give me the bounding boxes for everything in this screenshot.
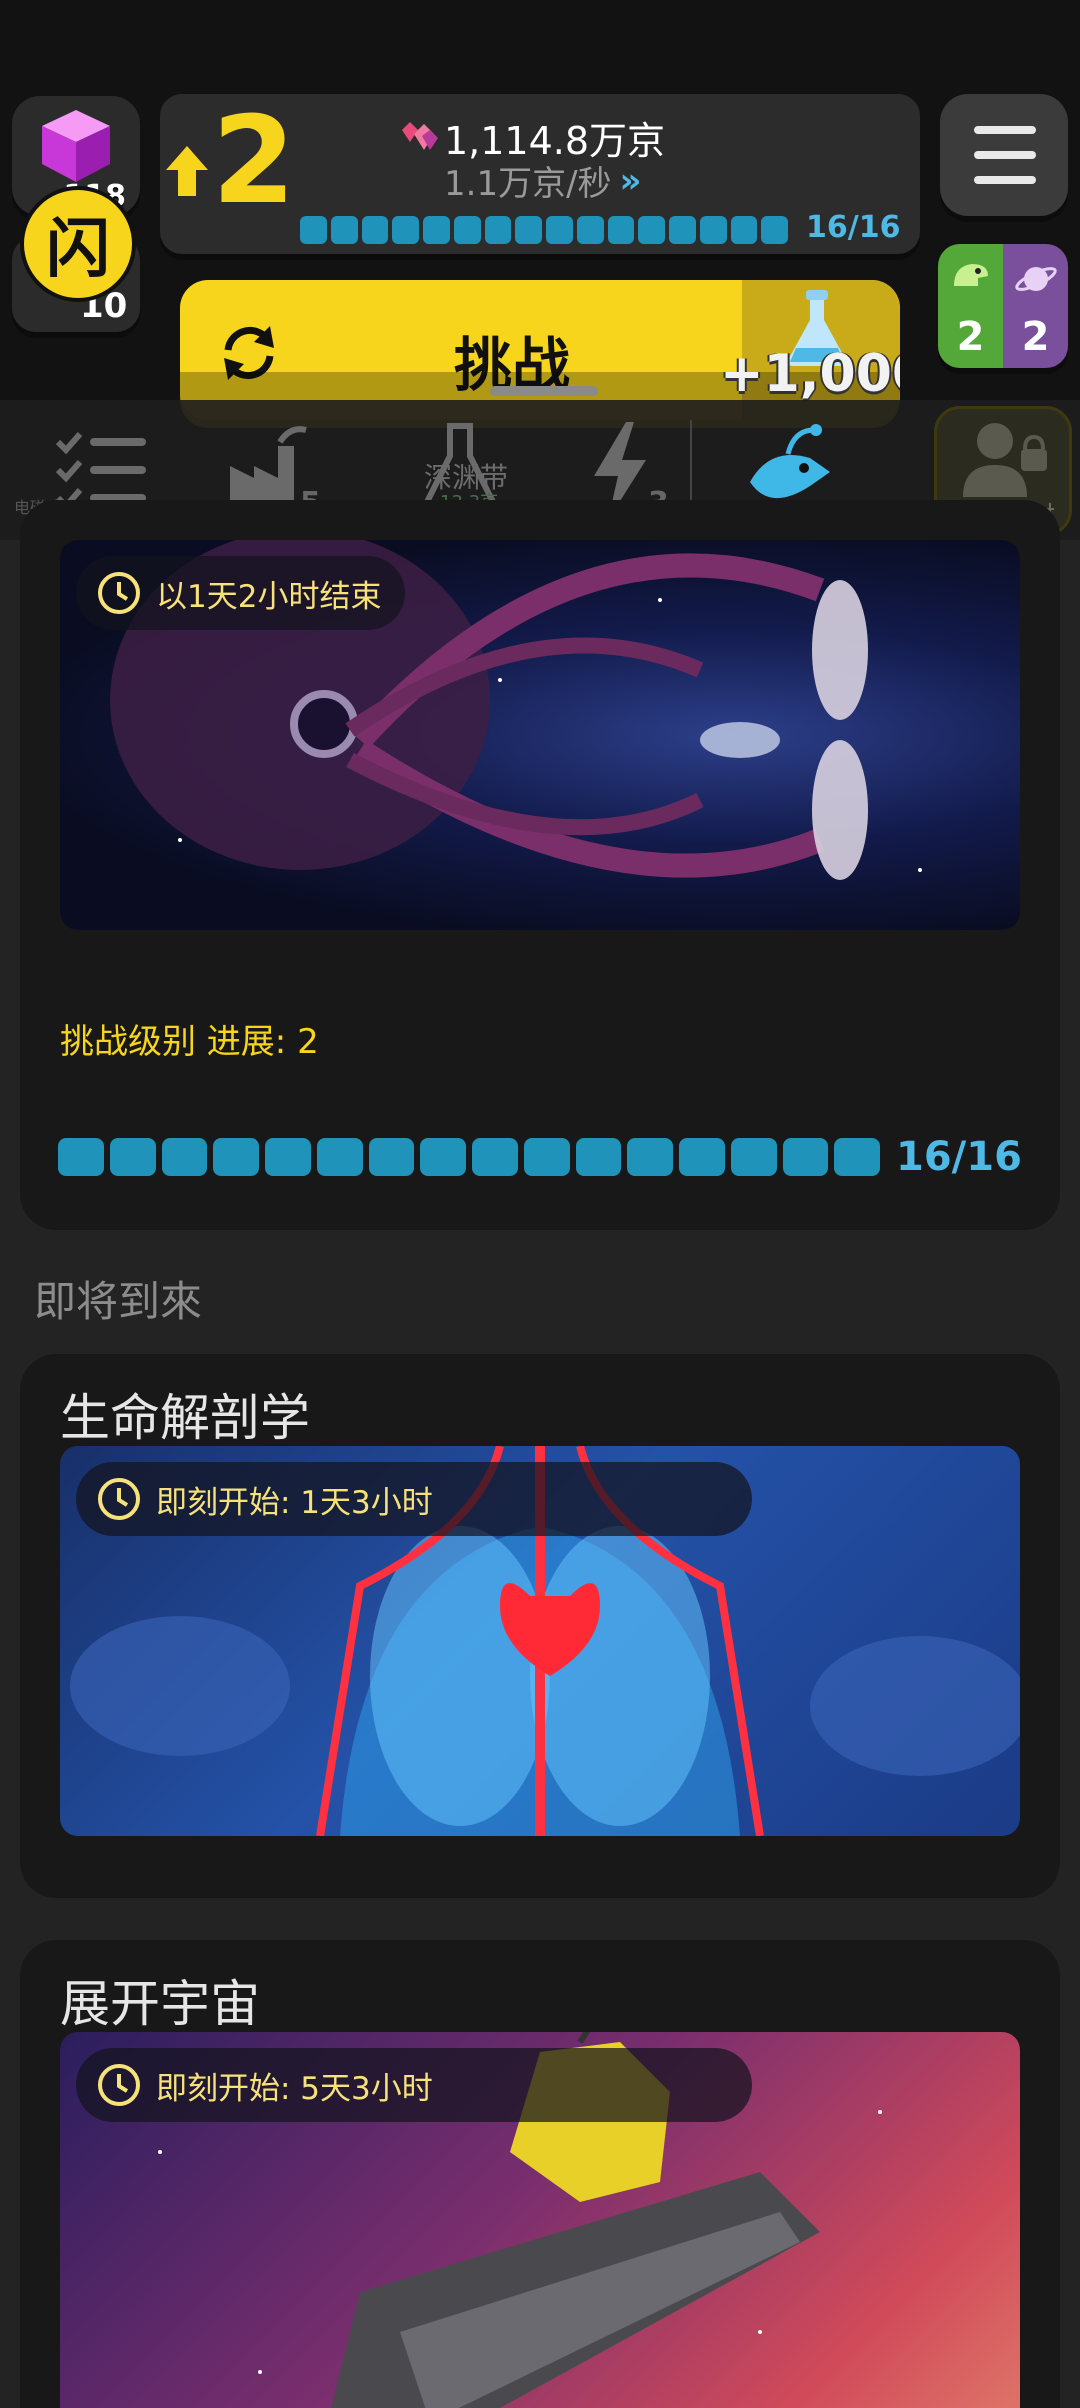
progress-segment	[300, 216, 327, 244]
event-banner-octopus: 以1天2小时结束	[60, 540, 1020, 930]
menu-bar-icon	[974, 151, 1036, 159]
gem-cube-icon	[42, 110, 110, 182]
level-up-arrow-icon	[166, 146, 208, 196]
clock-icon	[98, 572, 140, 614]
menu-button[interactable]	[940, 94, 1068, 216]
event-start-timer: 即刻开始: 5天3小时	[76, 2048, 752, 2122]
progress-segment	[330, 216, 358, 244]
drag-handle[interactable]	[490, 386, 598, 396]
income-rate-value: 1.1万京/秒	[444, 164, 612, 204]
dino-count: 2	[956, 314, 985, 360]
progress-segment	[575, 1138, 622, 1176]
upcoming-event-universe[interactable]: 展开宇宙 即刻开始: 5天3小时	[20, 1940, 1060, 2408]
challenge-progress-bar	[58, 1138, 880, 1176]
event-start-timer-text: 即刻开始: 1天3小时	[156, 1484, 433, 1521]
clock-icon	[98, 2064, 140, 2106]
upcoming-section-title: 即将到來	[34, 1277, 203, 1326]
challenge-button[interactable]: 挑战 +1,000	[180, 280, 900, 420]
event-banner-anatomy: 即刻开始: 1天3小时	[60, 1446, 1020, 1836]
progress-segment	[627, 1138, 673, 1176]
event-banner-universe: 即刻开始: 5天3小时	[60, 2032, 1020, 2408]
progress-segment	[761, 216, 788, 244]
progress-segment	[730, 1138, 777, 1176]
event-end-timer-text: 以1天2小时结束	[156, 578, 382, 615]
dinosaur-icon	[954, 264, 988, 286]
progress-segment	[546, 216, 573, 244]
progress-segment	[109, 1138, 156, 1176]
level-progress-bar	[300, 216, 788, 244]
progress-segment	[161, 1138, 208, 1176]
user-lock-icon	[963, 423, 1047, 497]
flash-sale-badge[interactable]: 闪	[20, 186, 136, 302]
event-end-timer: 以1天2小时结束	[76, 556, 406, 630]
event-title: 展开宇宙	[60, 1975, 260, 2033]
progress-segment	[834, 1138, 880, 1176]
level-number: 2	[212, 92, 296, 231]
progress-segment	[523, 1138, 570, 1176]
progress-segment	[392, 216, 419, 244]
challenge-level-progress-title: 挑战级别 进展: 2	[60, 1022, 319, 1062]
progress-segment	[472, 1138, 518, 1176]
event-title: 生命解剖学	[60, 1389, 310, 1447]
progress-segment	[515, 216, 542, 244]
progress-segment	[679, 1138, 725, 1176]
progress-segment	[730, 216, 758, 244]
current-event-card: 以1天2小时结束	[20, 500, 1060, 1230]
progress-segment	[368, 1138, 415, 1176]
progress-segment	[316, 1138, 363, 1176]
top-hud: 118 10 闪 2 1,114.8万京 1.1万京/秒 » 16/16	[0, 0, 1080, 540]
fast-forward-icon[interactable]: »	[620, 161, 642, 201]
progress-segment	[576, 216, 604, 244]
progress-segment	[420, 1138, 466, 1176]
progress-segment	[782, 1138, 829, 1176]
dino-pet[interactable]: 2	[938, 244, 1003, 368]
upcoming-event-anatomy[interactable]: 生命解剖学 即刻开始: 1天3小时	[20, 1354, 1060, 1898]
progress-segment	[361, 216, 389, 244]
level-progress-label: 16/16	[806, 210, 901, 245]
menu-bar-icon	[974, 126, 1036, 134]
diamonds-icon	[402, 121, 438, 150]
progress-segment	[484, 216, 512, 244]
progress-segment	[423, 216, 450, 244]
event-start-timer-text: 即刻开始: 5天3小时	[156, 2070, 433, 2107]
clock-icon	[98, 1478, 140, 1520]
planet-count: 2	[1021, 314, 1050, 360]
income-rate: 1.1万京/秒 »	[444, 156, 642, 205]
level-panel[interactable]: 2 1,114.8万京 1.1万京/秒 » 16/16	[160, 94, 920, 254]
progress-segment	[265, 1138, 311, 1176]
progress-segment	[669, 216, 696, 244]
planet-pet[interactable]: 2	[1003, 244, 1068, 368]
challenge-progress-label: 16/16	[896, 1134, 1022, 1180]
progress-segment	[58, 1138, 104, 1176]
menu-bar-icon	[974, 176, 1036, 184]
challenge-reward: +1,000	[720, 344, 900, 404]
event-start-timer: 即刻开始: 1天3小时	[76, 1462, 752, 1536]
planet-icon	[1015, 267, 1057, 291]
progress-segment	[638, 216, 665, 244]
progress-segment	[453, 216, 481, 244]
progress-segment	[213, 1138, 259, 1176]
progress-segment	[699, 216, 727, 244]
progress-segment	[607, 216, 635, 244]
pets-panel[interactable]: 2 2	[938, 244, 1068, 368]
